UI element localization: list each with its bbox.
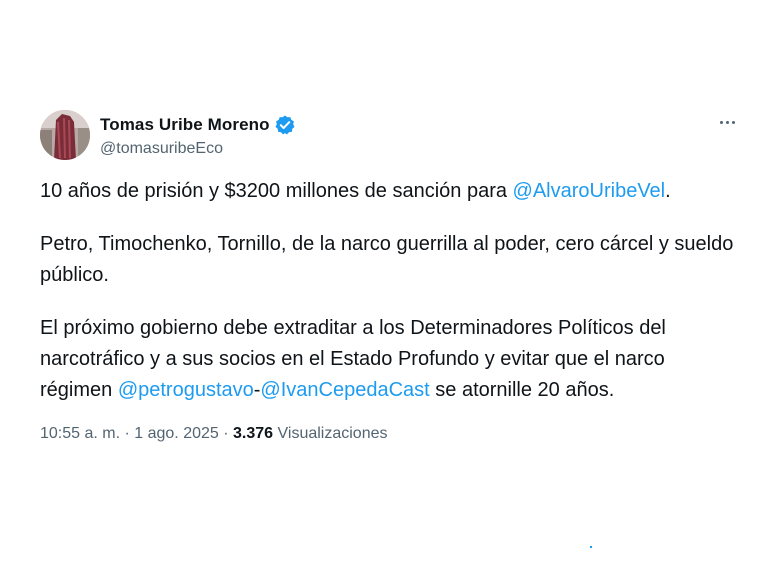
paragraph-text: se atornille 20 años. (429, 379, 615, 401)
paragraph-text: . (665, 180, 671, 202)
author-identity: Tomas Uribe Moreno @tomasuribeEco (100, 114, 296, 158)
mention-link[interactable]: @AlvaroUribeVel (513, 180, 666, 202)
author-handle[interactable]: @tomasuribeEco (100, 140, 296, 158)
paragraph-text: 10 años de prisión y $3200 millones de s… (40, 180, 513, 202)
tweet-paragraph-1: 10 años de prisión y $3200 millones de s… (40, 176, 740, 207)
tweet-card: Tomas Uribe Moreno @tomasuribeEco 10 año… (40, 110, 740, 443)
views-count: 3.376 (233, 425, 274, 442)
paragraph-text: Petro, Timochenko, Tornillo, de la narco… (40, 233, 734, 286)
avatar[interactable] (40, 110, 90, 160)
tweet-header: Tomas Uribe Moreno @tomasuribeEco (40, 110, 740, 166)
tweet-text: 10 años de prisión y $3200 millones de s… (40, 176, 740, 406)
decorative-dot (590, 546, 592, 548)
author-name[interactable]: Tomas Uribe Moreno (100, 115, 270, 135)
views-label: Visualizaciones (273, 425, 388, 442)
mention-link[interactable]: @petrogustavo (118, 379, 254, 401)
mention-link[interactable]: @IvanCepedaCast (260, 379, 429, 401)
more-options-icon[interactable] (714, 112, 740, 132)
timestamp-link[interactable]: 10:55 a. m. · 1 ago. 2025 · (40, 425, 233, 442)
tweet-meta: 10:55 a. m. · 1 ago. 2025 · 3.376 Visual… (40, 425, 740, 443)
tweet-paragraph-2: Petro, Timochenko, Tornillo, de la narco… (40, 229, 740, 291)
tweet-paragraph-3: El próximo gobierno debe extraditar a lo… (40, 313, 740, 406)
verified-badge-icon (274, 114, 296, 136)
